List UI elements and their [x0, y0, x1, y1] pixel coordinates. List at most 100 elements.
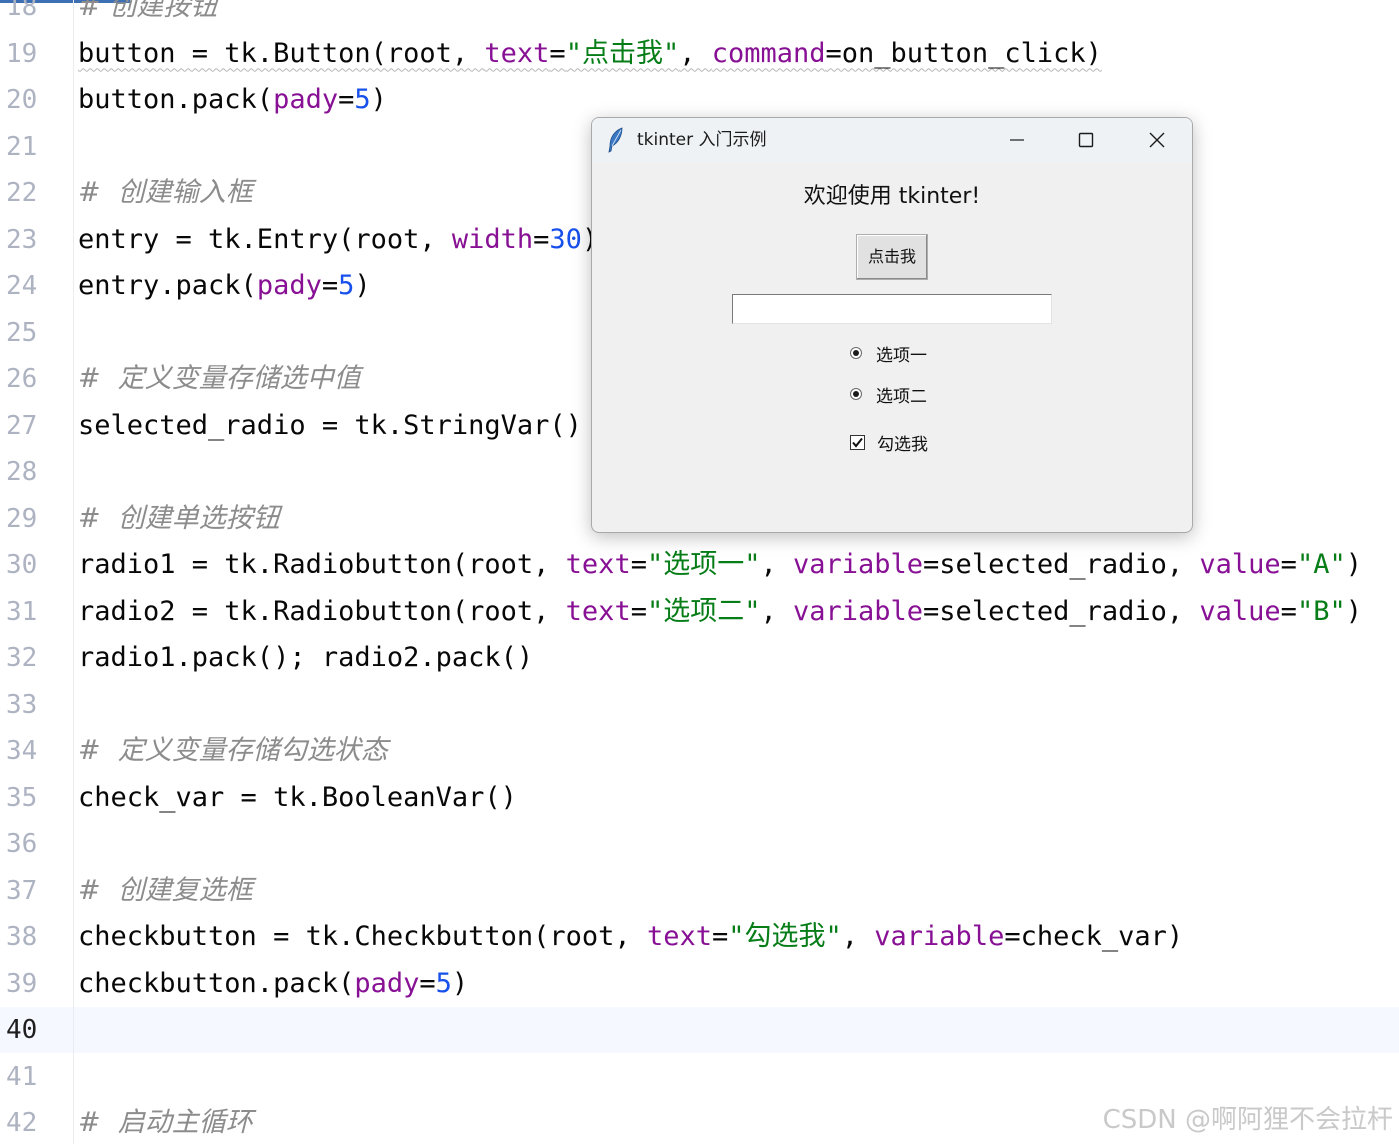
code-text: # 创建复选框 [78, 868, 253, 914]
minimize-button[interactable] [984, 118, 1050, 162]
line-number: 32 [6, 643, 38, 673]
code-token: variable [793, 549, 924, 580]
line-number: 18 [6, 0, 38, 22]
code-line[interactable]: 32 radio1.pack(); radio2.pack() [0, 635, 1399, 681]
code-line[interactable]: 31 radio2 = tk.Radiobutton(root, text="选项… [0, 589, 1399, 635]
code-text: entry = tk.Entry(root, width=30) [78, 217, 598, 263]
code-line[interactable]: 37 # 创建复选框 [0, 868, 1399, 914]
code-token: = [533, 223, 550, 255]
line-number: 30 [6, 550, 38, 580]
maximize-button[interactable] [1053, 118, 1119, 162]
code-text: # 启动主循环 [78, 1100, 253, 1146]
watermark: CSDN @啊阿狸不会拉杆 [1102, 1105, 1393, 1135]
checkbox[interactable] [850, 434, 865, 450]
code-token: ) [451, 967, 469, 999]
code-line[interactable]: 41 [0, 1054, 1399, 1100]
check-option[interactable]: 勾选我 [850, 430, 928, 455]
code-line[interactable]: 35 check_var = tk.BooleanVar() [0, 775, 1399, 821]
gutter-divider [73, 0, 74, 1144]
code-token: =check_var) [1004, 921, 1184, 952]
code-token: ) [370, 84, 387, 115]
line-number: 21 [6, 131, 38, 162]
line-number: 33 [6, 689, 38, 720]
code-token: text [565, 549, 631, 580]
code-line[interactable]: 39 checkbutton.pack(pady=5) [0, 961, 1399, 1007]
line-number: 38 [6, 922, 38, 952]
code-token: = [419, 967, 436, 999]
code-token: entry = tk.Entry(root, [78, 223, 452, 255]
code-text: selected_radio = tk.StringVar() [78, 403, 582, 449]
code-token: = [1280, 595, 1297, 627]
line-number: 20 [6, 85, 38, 115]
radio-button-icon[interactable] [850, 347, 862, 359]
line-number: 42 [6, 1108, 38, 1138]
click-me-button[interactable]: 点击我 [856, 234, 928, 280]
radio-option-2[interactable]: 选项二 [850, 382, 927, 407]
code-token: , [679, 37, 712, 69]
code-line[interactable]: 19 button = tk.Button(root, text="点击我", c… [0, 31, 1399, 77]
code-token: 30 [549, 223, 582, 255]
code-token: pady [354, 967, 420, 999]
line-number: 39 [6, 968, 38, 999]
radio-option-1-label: 选项一 [876, 345, 927, 366]
code-text: checkbutton = tk.Checkbutton(root, text=… [78, 914, 1183, 960]
line-number: 36 [6, 829, 38, 859]
code-token: radio1 = tk.Radiobutton(root, [78, 549, 566, 580]
code-text: # 创建输入框 [78, 170, 253, 216]
code-line[interactable]: 38 checkbutton = tk.Checkbutton(root, tex… [0, 914, 1399, 960]
line-number: 34 [6, 736, 38, 766]
text-entry[interactable] [732, 294, 1052, 324]
line-number: 24 [6, 271, 38, 301]
code-token: 5 [354, 84, 371, 115]
code-token: command [711, 37, 826, 69]
code-text: button = tk.Button(root, text="点击我", com… [78, 31, 1102, 77]
code-token: ) [1345, 549, 1362, 580]
code-token: =on_button_click) [825, 37, 1102, 69]
code-text: # 定义变量存储选中值 [78, 356, 361, 402]
code-token: = [1280, 549, 1297, 580]
code-line[interactable]: 30 radio1 = tk.Radiobutton(root, text="选项… [0, 542, 1399, 588]
code-token: = [549, 37, 566, 69]
radio-option-1[interactable]: 选项一 [850, 341, 927, 366]
window-titlebar[interactable]: tkinter 入门示例 [592, 118, 1192, 162]
code-token: button = tk.Button(root, [78, 37, 485, 69]
line-number: 23 [6, 224, 38, 255]
checkmark-icon [852, 437, 863, 448]
code-token: = [630, 549, 647, 580]
code-token: # 创建单选按钮 [78, 502, 280, 534]
close-icon [1149, 132, 1165, 148]
code-token: pady [273, 84, 339, 115]
code-line[interactable]: 33 [0, 682, 1399, 728]
code-token: "B" [1296, 595, 1346, 627]
code-text: # 创建单选按钮 [78, 496, 280, 542]
tkinter-window[interactable]: tkinter 入门示例 欢迎使用 tkinter! 点击我 选项一 选项二 勾… [591, 117, 1193, 533]
code-token: width [451, 223, 534, 255]
code-token: # 定义变量存储勾选状态 [78, 735, 388, 766]
code-token: # 创建复选框 [78, 874, 253, 906]
code-token: radio2 = tk.Radiobutton(root, [78, 595, 566, 627]
line-number: 40 [6, 1015, 38, 1045]
code-token: text [646, 921, 712, 952]
line-number: 35 [6, 782, 38, 813]
code-token: ) [354, 270, 371, 301]
code-token: "选项一" [646, 549, 761, 580]
code-token: 5 [338, 270, 355, 301]
close-button[interactable] [1124, 118, 1190, 162]
code-line[interactable]: 40 [0, 1007, 1399, 1053]
code-token: text [484, 37, 550, 69]
code-text: entry.pack(pady=5) [78, 263, 371, 309]
line-number: 25 [6, 317, 38, 348]
code-line[interactable]: 18 # 创建按钮 [0, 0, 1399, 30]
code-text: check_var = tk.BooleanVar() [78, 775, 517, 821]
code-text: button.pack(pady=5) [78, 77, 387, 123]
code-text: radio1 = tk.Radiobutton(root, text="选项一"… [78, 542, 1362, 588]
code-token: value [1199, 595, 1281, 627]
code-token: # 创建输入框 [78, 177, 253, 208]
radio-option-2-label: 选项二 [876, 386, 927, 407]
code-line[interactable]: 36 [0, 821, 1399, 867]
radio-button-icon[interactable] [850, 388, 862, 400]
code-text: radio1.pack(); radio2.pack() [78, 635, 533, 681]
checkbox-label: 勾选我 [877, 434, 928, 455]
code-line[interactable]: 34 # 定义变量存储勾选状态 [0, 728, 1399, 774]
feather-icon [606, 127, 626, 153]
